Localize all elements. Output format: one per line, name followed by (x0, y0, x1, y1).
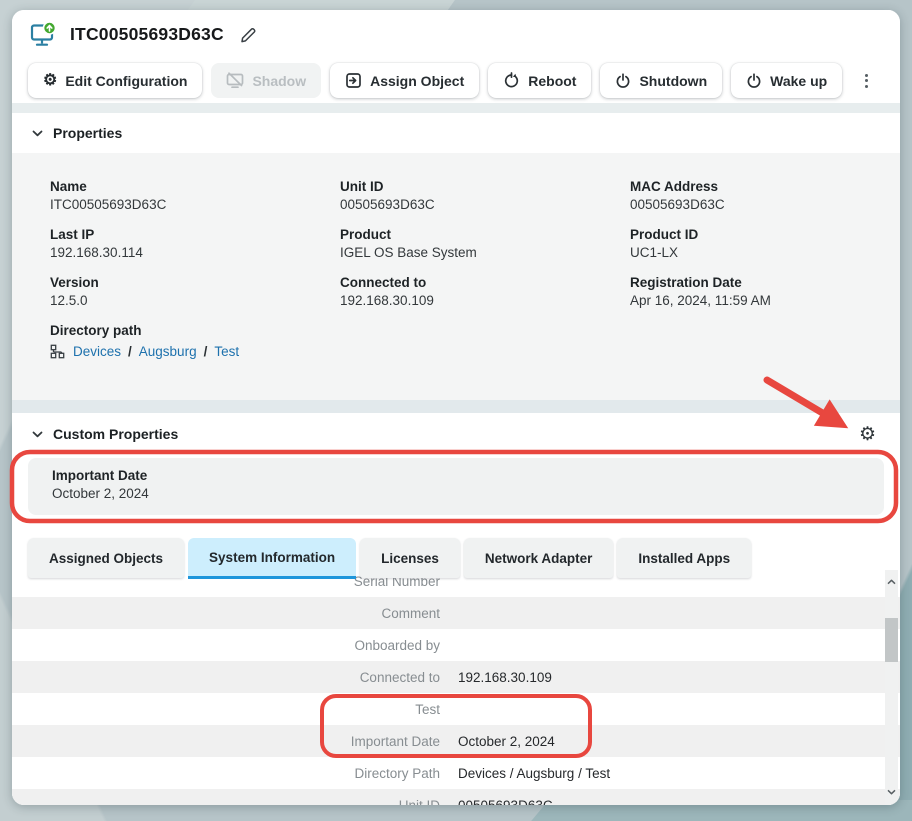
scroll-down-icon[interactable] (885, 784, 898, 799)
custom-properties-settings-gear-icon[interactable]: ⚙ (859, 425, 876, 444)
shadow-monitor-icon (226, 72, 244, 89)
properties-content: Name ITC00505693D63C Unit ID 00505693D63… (12, 153, 900, 400)
wake-up-button[interactable]: Wake up (731, 63, 842, 98)
property-field-unit-id: Unit ID 00505693D63C (340, 179, 630, 212)
page-title: ITC00505693D63C (70, 24, 224, 45)
more-actions-icon[interactable] (854, 69, 878, 93)
assign-object-button[interactable]: Assign Object (330, 63, 479, 98)
property-field-mac-address: MAC Address 00505693D63C (630, 179, 880, 212)
property-field-name: Name ITC00505693D63C (50, 179, 340, 212)
breadcrumb-link-test[interactable]: Test (214, 344, 239, 359)
table-row-connected-to: Connected to 192.168.30.109 (12, 661, 900, 693)
custom-properties-section-title: Custom Properties (53, 426, 178, 442)
breadcrumb-link-augsburg[interactable]: Augsburg (139, 344, 197, 359)
action-toolbar: ⚙ Edit Configuration Shadow Assign Objec… (12, 58, 900, 103)
edit-pencil-icon[interactable] (240, 26, 257, 43)
tab-installed-apps[interactable]: Installed Apps (617, 538, 751, 578)
power-icon (746, 73, 762, 89)
property-field-registration-date: Registration Date Apr 16, 2024, 11:59 AM (630, 275, 880, 308)
section-divider (12, 400, 900, 413)
shutdown-button[interactable]: Shutdown (600, 63, 722, 98)
chevron-down-icon (32, 431, 43, 438)
reboot-button[interactable]: Reboot (488, 63, 591, 98)
card-header: ITC00505693D63C (12, 10, 900, 58)
chevron-down-icon (32, 130, 43, 137)
tree-icon (50, 344, 73, 359)
custom-property-panel: Important Date October 2, 2024 (28, 458, 884, 515)
section-divider (12, 103, 900, 113)
table-row-comment: Comment (12, 597, 900, 629)
shadow-button[interactable]: Shadow (211, 63, 321, 98)
property-field-version: Version 12.5.0 (50, 275, 340, 308)
table-row-test: Test (12, 693, 900, 725)
breadcrumb: Devices / Augsburg / Test (50, 344, 880, 359)
edit-configuration-button[interactable]: ⚙ Edit Configuration (28, 63, 202, 98)
tab-system-information[interactable]: System Information (188, 538, 356, 579)
device-detail-card: ITC00505693D63C ⚙ Edit Configuration Sha… (12, 10, 900, 805)
scroll-up-icon[interactable] (885, 574, 898, 589)
custom-properties-section-header[interactable]: Custom Properties ⚙ (12, 413, 900, 455)
property-field-connected-to: Connected to 192.168.30.109 (340, 275, 630, 308)
custom-property-label: Important Date (52, 468, 860, 483)
breadcrumb-link-devices[interactable]: Devices (73, 344, 121, 359)
table-row-directory-path: Directory Path Devices / Augsburg / Test (12, 757, 900, 789)
custom-property-value: October 2, 2024 (52, 486, 860, 501)
tab-network-adapter[interactable]: Network Adapter (464, 538, 614, 578)
device-status-icon (30, 21, 58, 48)
detail-tabs: Assigned Objects System Information Lice… (28, 538, 751, 579)
property-field-product-id: Product ID UC1-LX (630, 227, 880, 260)
properties-section-header[interactable]: Properties (12, 113, 900, 153)
properties-section-title: Properties (53, 125, 122, 141)
property-field-directory-path: Directory path Devices / Augsburg / Test (50, 323, 880, 359)
gear-icon: ⚙ (43, 73, 57, 89)
system-information-table: Serial Number Comment Onboarded by Conne… (12, 570, 900, 805)
tab-assigned-objects[interactable]: Assigned Objects (28, 538, 184, 578)
table-scrollbar[interactable] (885, 570, 898, 805)
scrollbar-thumb[interactable] (885, 618, 898, 662)
table-row-onboarded-by: Onboarded by (12, 629, 900, 661)
table-row-unit-id: Unit ID 00505693D63C (12, 789, 900, 805)
tab-licenses[interactable]: Licenses (360, 538, 460, 578)
table-row-important-date: Important Date October 2, 2024 (12, 725, 900, 757)
property-field-last-ip: Last IP 192.168.30.114 (50, 227, 340, 260)
power-icon (615, 73, 631, 89)
custom-properties-content: Important Date October 2, 2024 (12, 455, 900, 520)
reboot-icon (503, 72, 520, 89)
assign-object-icon (345, 72, 362, 89)
property-field-product: Product IGEL OS Base System (340, 227, 630, 260)
